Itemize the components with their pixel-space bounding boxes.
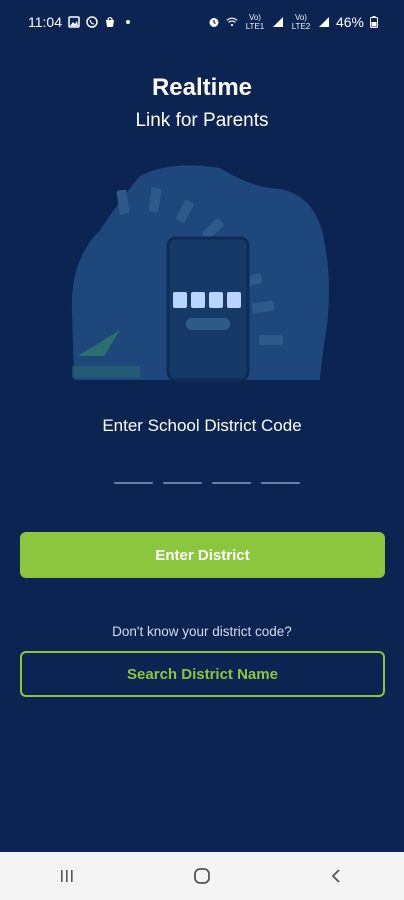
- code-slot-4[interactable]: [261, 482, 300, 484]
- code-box-2-shape: [191, 292, 205, 308]
- signal-1-label: Vo) LTE1: [245, 13, 265, 31]
- phone-button-shape: [186, 318, 230, 330]
- battery-icon: [370, 16, 378, 28]
- alarm-icon: [209, 18, 219, 27]
- signal-bars-1-icon: [272, 17, 283, 27]
- code-slot-2[interactable]: [163, 482, 202, 484]
- wifi-icon: [226, 17, 238, 27]
- status-left: 11:04: [28, 14, 130, 30]
- search-district-name-button[interactable]: Search District Name: [20, 651, 385, 697]
- shopping-bag-icon: [106, 16, 114, 27]
- district-code-input[interactable]: [114, 482, 300, 484]
- home-button[interactable]: [182, 856, 222, 896]
- back-icon: [331, 869, 340, 883]
- status-time: 11:04: [28, 14, 62, 30]
- whatsapp-icon: [86, 16, 98, 28]
- app-title: Realtime: [151, 74, 253, 101]
- code-box-3-shape: [209, 292, 223, 308]
- signal-bars-2-icon: [318, 17, 329, 27]
- recent-apps-button[interactable]: [47, 856, 87, 896]
- status-right: Vo) LTE1 Vo) LTE2 46%: [208, 13, 378, 31]
- system-nav-bar: [0, 852, 404, 900]
- home-icon: [194, 868, 210, 884]
- code-slot-1[interactable]: [114, 482, 153, 484]
- status-bar: 11:04 Vo) LTE1 Vo) LTE2 46%: [0, 0, 404, 44]
- code-slot-3[interactable]: [212, 482, 251, 484]
- gallery-icon: [68, 16, 80, 28]
- enter-district-button[interactable]: Enter District: [20, 532, 385, 578]
- recent-apps-icon: [61, 870, 73, 882]
- signal-2-label: Vo) LTE2: [291, 13, 311, 31]
- needle-base-shape: [72, 366, 140, 378]
- battery-percent: 46%: [335, 14, 364, 30]
- notification-dot-icon: [126, 20, 130, 24]
- app-subtitle: Link for Parents: [135, 110, 269, 131]
- code-box-1-shape: [173, 292, 187, 308]
- district-code-illustration: [71, 165, 329, 382]
- back-button[interactable]: [317, 856, 357, 896]
- district-code-help-text: Don't know your district code?: [112, 624, 292, 639]
- phone-shape: [166, 236, 250, 382]
- code-box-4-shape: [227, 292, 241, 308]
- district-code-label: Enter School District Code: [102, 416, 302, 435]
